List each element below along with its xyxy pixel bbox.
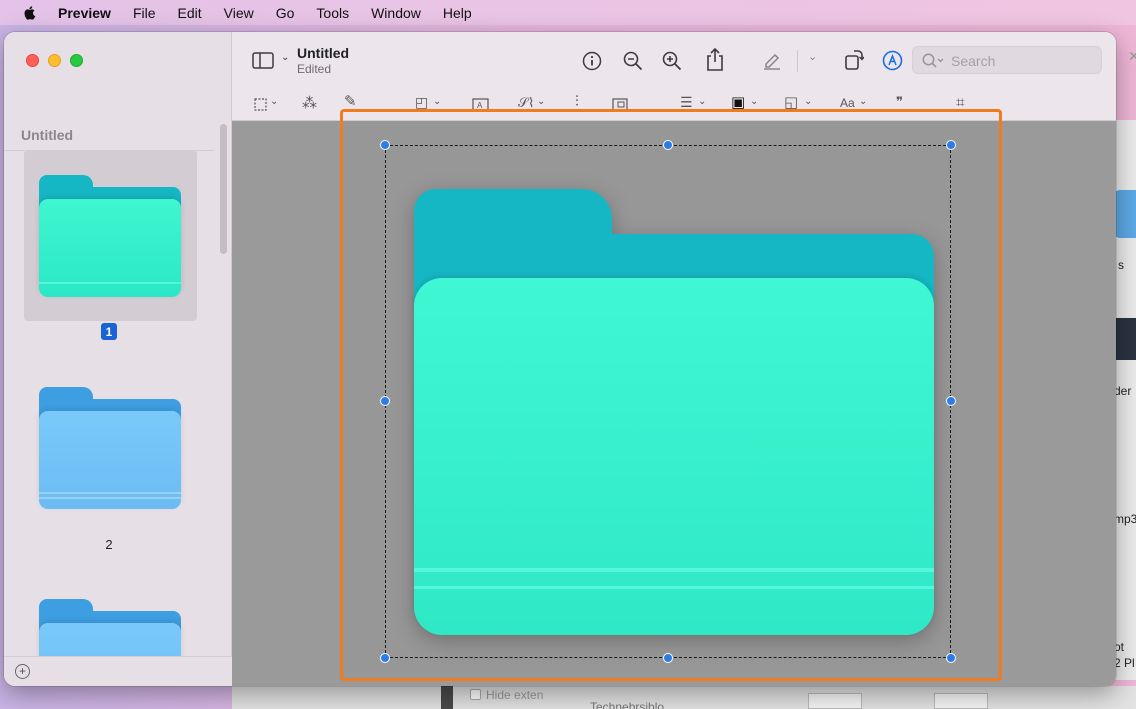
text-style-icon[interactable]: Aa xyxy=(840,96,855,110)
preview-window: Untitled 1 2 + ⌄ Untitled Edited ⌄ Searc… xyxy=(4,32,1116,686)
background-divider xyxy=(441,686,453,709)
document-canvas[interactable] xyxy=(232,109,1116,686)
menu-file[interactable]: File xyxy=(133,5,156,21)
thumbnail-sidebar: Untitled 1 2 + xyxy=(4,32,232,686)
menu-window[interactable]: Window xyxy=(371,5,421,21)
hide-extension-checkbox xyxy=(470,689,481,700)
info-icon[interactable] xyxy=(582,51,602,71)
page-number: 2 xyxy=(105,537,113,552)
chevron-down-icon[interactable]: ⌄ xyxy=(804,96,812,107)
hide-extension-label: Hide exten xyxy=(486,688,544,702)
chevron-down-icon[interactable]: ⌄ xyxy=(281,52,289,63)
markup-icon[interactable] xyxy=(882,50,903,71)
toolbar-separator xyxy=(797,50,798,72)
toolbar: ⌄ Untitled Edited ⌄ Search ⌄ ⁂ ✎ ◰ ⌄ A 𝒮… xyxy=(232,32,1116,121)
zoom-in-icon[interactable] xyxy=(662,51,682,71)
adjust-color-icon[interactable]: ⫶ xyxy=(575,93,579,110)
chevron-down-icon[interactable]: ⌄ xyxy=(698,96,706,107)
chevron-down-icon[interactable]: ⌄ xyxy=(859,96,867,107)
background-folder-icon xyxy=(1114,190,1136,238)
search-placeholder: Search xyxy=(951,53,996,69)
sidebar-footer: + xyxy=(4,656,232,686)
sidebar-toggle-icon[interactable] xyxy=(252,52,274,69)
menu-app-name[interactable]: Preview xyxy=(58,5,111,21)
background-text: s xyxy=(1118,258,1124,272)
background-thumbnail xyxy=(808,693,862,709)
highlight-icon[interactable] xyxy=(762,50,782,70)
menu-edit[interactable]: Edit xyxy=(178,5,202,21)
folder-icon xyxy=(39,175,181,297)
page-number-badge: 1 xyxy=(101,323,117,340)
zoom-out-icon[interactable] xyxy=(623,51,643,71)
chevron-down-icon[interactable]: ⌄ xyxy=(808,50,817,63)
selection-highlight xyxy=(340,109,1002,681)
sidebar-title: Untitled xyxy=(21,127,74,143)
page-thumbnail-2[interactable] xyxy=(39,387,181,509)
background-thumbnail xyxy=(934,693,988,709)
menu-go[interactable]: Go xyxy=(276,5,295,21)
background-finder-strip: Hide exten Technebrsiblo xyxy=(232,686,1136,709)
background-close-icon: ✕ xyxy=(1128,48,1136,64)
background-text: der xyxy=(1114,384,1132,398)
menu-help[interactable]: Help xyxy=(443,5,472,21)
rotate-icon[interactable] xyxy=(844,49,864,71)
background-image-thumbnail xyxy=(1114,318,1136,360)
rect-select-icon[interactable] xyxy=(254,98,267,111)
search-icon xyxy=(922,53,944,68)
menu-bar: Preview File Edit View Go Tools Window H… xyxy=(0,0,1136,25)
add-page-icon[interactable]: + xyxy=(15,664,30,679)
document-title[interactable]: Untitled xyxy=(297,45,349,61)
sidebar-scrollbar[interactable] xyxy=(220,124,227,254)
menu-tools[interactable]: Tools xyxy=(316,5,349,21)
document-status: Edited xyxy=(297,62,332,76)
sketch-icon[interactable]: ✎ xyxy=(344,92,357,110)
share-icon[interactable] xyxy=(706,48,724,71)
chevron-down-icon[interactable]: ⌄ xyxy=(433,96,441,107)
note-icon[interactable]: ❞ xyxy=(896,94,903,110)
background-bottom-text: Technebrsiblo xyxy=(590,700,665,709)
chevron-down-icon[interactable]: ⌄ xyxy=(750,96,758,107)
search-field[interactable]: Search xyxy=(912,46,1102,74)
chevron-down-icon[interactable]: ⌄ xyxy=(537,96,545,107)
apple-icon[interactable] xyxy=(22,4,38,21)
menu-view[interactable]: View xyxy=(224,5,254,21)
instant-alpha-icon[interactable]: ⁂ xyxy=(302,94,317,112)
close-window-button[interactable] xyxy=(26,54,39,67)
zoom-window-button[interactable] xyxy=(70,54,83,67)
minimize-window-button[interactable] xyxy=(48,54,61,67)
background-text: 2 Pl xyxy=(1114,656,1135,670)
chevron-down-icon[interactable]: ⌄ xyxy=(270,96,278,107)
background-text: mp3 xyxy=(1114,512,1136,526)
